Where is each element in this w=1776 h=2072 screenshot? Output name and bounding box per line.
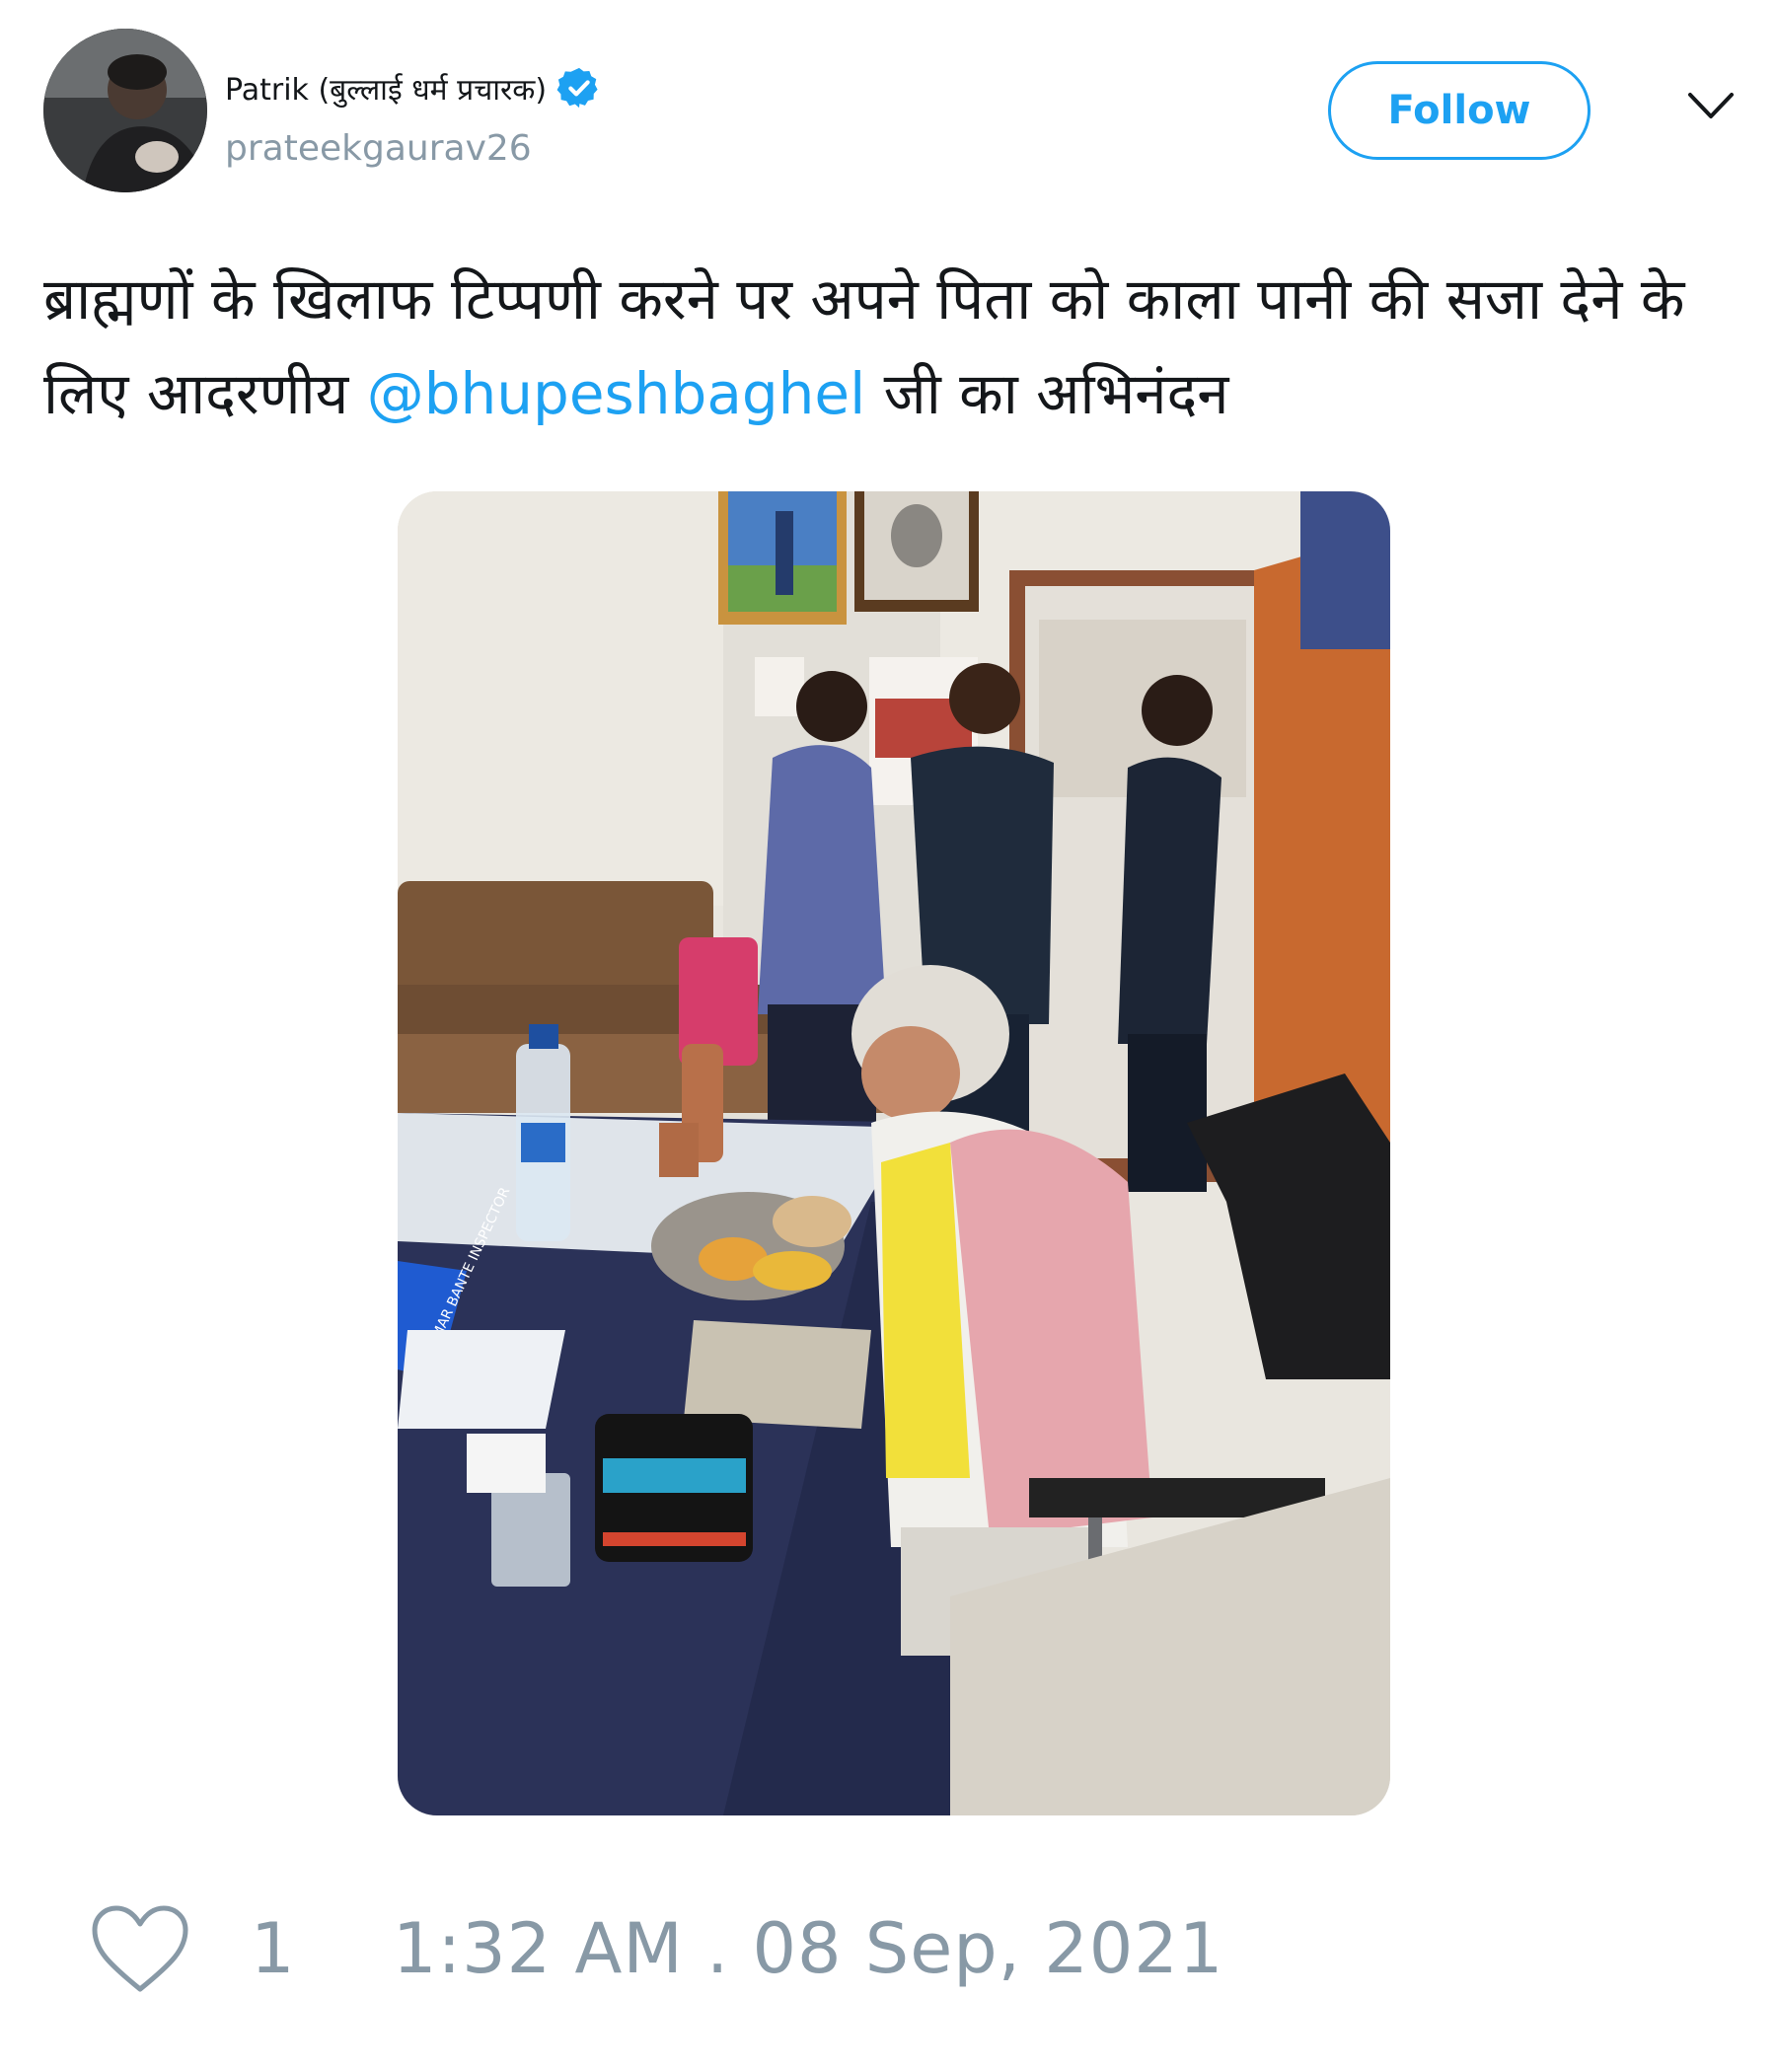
wall-portrait-left bbox=[718, 491, 847, 625]
tweet-card: Patrik (बुल्लाई धर्म प्रचारक) prateekgau… bbox=[0, 0, 1776, 2072]
tweet-text: ब्राह्मणों के खिलाफ टिप्पणी करने पर अपने… bbox=[43, 252, 1750, 441]
photo-scene: KUMAR BANTE INSPECTOR bbox=[398, 491, 1390, 1815]
group-photo bbox=[684, 1320, 871, 1429]
wall-portrait-right bbox=[854, 491, 979, 612]
copper-glass bbox=[659, 1123, 699, 1177]
follow-button[interactable]: Follow bbox=[1328, 61, 1591, 160]
folded-towel bbox=[595, 1414, 753, 1562]
heart-icon[interactable] bbox=[89, 1902, 191, 1997]
like-count: 1 bbox=[251, 1908, 295, 1989]
username[interactable]: prateekgaurav26 bbox=[225, 128, 532, 169]
papers bbox=[398, 1330, 565, 1429]
timestamp[interactable]: 1:32 AM . 08 Sep, 2021 bbox=[393, 1908, 1223, 1989]
verified-badge-icon bbox=[556, 65, 602, 111]
tweet-footer: 1 1:32 AM . 08 Sep, 2021 bbox=[0, 1894, 1776, 2003]
tweet-photo[interactable]: KUMAR BANTE INSPECTOR bbox=[398, 491, 1390, 1815]
display-name-text: Patrik (बुल्लाई धर्म प्रचारक) bbox=[225, 72, 548, 108]
card bbox=[467, 1434, 546, 1493]
tweet-text-part: जी का अभिनंदन bbox=[865, 360, 1229, 427]
mention-link[interactable]: @bhupeshbaghel bbox=[367, 360, 866, 427]
water-bottle bbox=[516, 1024, 570, 1241]
chevron-down-icon[interactable] bbox=[1687, 91, 1735, 120]
avatar[interactable] bbox=[43, 29, 207, 192]
avatar-image bbox=[43, 29, 207, 192]
display-name[interactable]: Patrik (बुल्लाई धर्म प्रचारक) bbox=[225, 65, 602, 111]
